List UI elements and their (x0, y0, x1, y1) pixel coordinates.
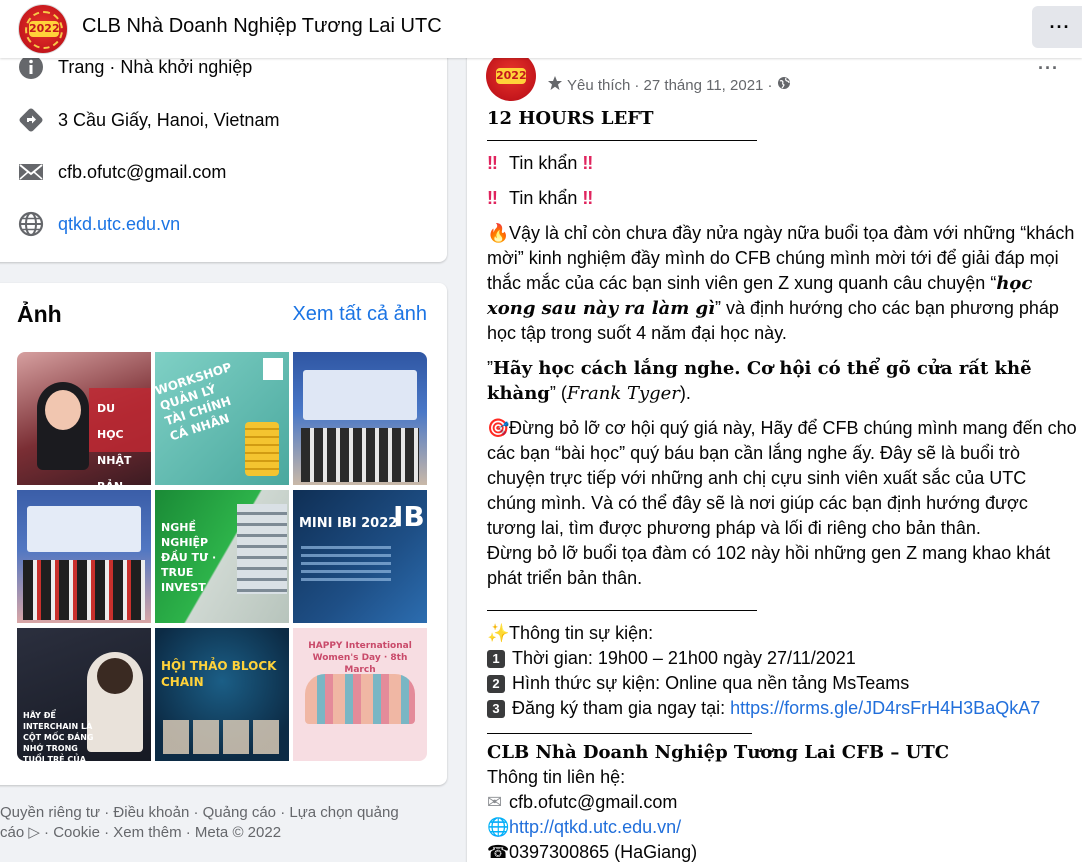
post-options-button[interactable]: ··· (1038, 58, 1059, 79)
post-author-avatar[interactable]: 2022 (486, 51, 536, 101)
post-avatar-text: 2022 (496, 68, 527, 84)
post-paragraph-3: Đừng bỏ lỡ buổi tọa đàm có 102 này hồi n… (487, 543, 1051, 588)
page-title[interactable]: CLB Nhà Doanh Nghiệp Tương Lai UTC (82, 15, 442, 38)
post-quote: ”Hãy học cách lắng nghe. Cơ hội có thể g… (487, 358, 1032, 404)
post-paragraph-2: 🎯Đừng bỏ lỡ cơ hội quý giá này, Hãy để C… (487, 418, 1077, 538)
contact-email: ✉ cfb.ofutc@gmail.com (487, 790, 1077, 815)
photo-caption: WORKSHOP QUẢN LÝ TÀI CHÍNH CÁ NHÂN (155, 359, 234, 444)
photo-text-lines (301, 546, 391, 586)
photo-tile[interactable]: NGHỀ NGHIỆP ĐẦU TƯ · TRUE INVEST (155, 490, 289, 623)
intro-website-row[interactable]: qtkd.utc.edu.vn (18, 209, 180, 239)
event-title: ✨Thông tin sự kiện: (487, 621, 1077, 646)
photo-tile[interactable]: WORKSHOP QUẢN LÝ TÀI CHÍNH CÁ NHÂN (155, 352, 289, 485)
contact-site: 🌐http://qtkd.utc.edu.vn/ (487, 815, 1077, 840)
intro-email: cfb.ofutc@gmail.com (58, 161, 227, 182)
contact-title: Thông tin liên hệ: (487, 767, 626, 787)
contact-phone: ☎0397300865 (HaGiang) (487, 840, 1077, 862)
photo-group-people (23, 560, 145, 620)
double-exclamation-icon: ‼ (582, 188, 594, 208)
divider (487, 140, 757, 141)
photo-tile[interactable] (17, 490, 151, 623)
org-name: CLB Nhà Doanh Nghiệp Tương Lai CFB – UTC (487, 742, 950, 763)
photo-caption: HÃY ĐỂ INTERCHAIN LÀ CỘT MỐC ĐÁNG NHỚ TR… (23, 711, 94, 761)
photo-caption (293, 477, 427, 485)
post-card: 2022 Yêu thích · 27 tháng 11, 2021 · ···… (467, 20, 1082, 862)
event-format: 2 Hình thức sự kiện: Online qua nền tảng … (487, 671, 1077, 696)
post-meta-label: Yêu thích (567, 76, 631, 94)
sparkles-icon: ✨ (487, 623, 510, 643)
divider (487, 610, 757, 611)
urgent-line-2: ‼ Tin khẩn ‼ (487, 186, 1077, 211)
photo-caption: MINI IBI 2022 (299, 516, 398, 531)
intro-category: · Nhà khởi nghiệp (104, 56, 253, 77)
star-icon (547, 75, 563, 95)
photo-speakers (163, 720, 281, 754)
keycap-2-icon: 2 (487, 675, 505, 693)
double-exclamation-icon: ‼ (487, 153, 498, 173)
post-body: 12 HOURS LEFT ‼ Tin khẩn ‼ ‼ Tin khẩn ‼ 🔥V… (487, 106, 1077, 862)
photo-tile[interactable]: IB MINI IBI 2022 (293, 490, 427, 623)
keycap-1-icon: 1 (487, 650, 505, 668)
post-headline: 12 HOURS LEFT (487, 108, 654, 129)
photo-stage-banner (303, 370, 417, 420)
photo-caption (17, 615, 151, 623)
intro-website-link[interactable]: qtkd.utc.edu.vn (58, 214, 180, 235)
photo-tile[interactable]: HÃY ĐỂ INTERCHAIN LÀ CỘT MỐC ĐÁNG NHỚ TR… (17, 628, 151, 761)
photos-title: Ảnh (17, 301, 62, 327)
email-icon (18, 159, 44, 185)
photo-caption: HỘI THẢO BLOCK CHAIN (161, 659, 277, 689)
photo-tile[interactable] (293, 352, 427, 485)
globe-icon: 🌐 (487, 817, 510, 837)
more-options-button[interactable]: ··· (1032, 6, 1082, 48)
double-exclamation-icon: ‼ (582, 153, 594, 173)
post-date[interactable]: · 27 tháng 11, 2021 · (634, 77, 772, 94)
event-time: 1 Thời gian: 19h00 – 21h00 ngày 27/11/202… (487, 646, 1077, 671)
photo-face (45, 390, 81, 430)
page-logo[interactable]: 2022 (18, 4, 68, 54)
photo-women-illustration (305, 674, 415, 724)
photo-stage-banner (27, 506, 141, 552)
logo-text: 2022 (29, 21, 60, 37)
photo-caption: DU HỌC NHẬT BẢN (97, 402, 132, 485)
intro-address: 3 Cầu Giấy, Hanoi, Vietnam (58, 109, 280, 130)
footer-line-1[interactable]: Quyền riêng tư · Điều khoản · Quảng cáo … (0, 803, 440, 823)
post-meta: Yêu thích · 27 tháng 11, 2021 · (547, 75, 791, 95)
photo-caption: HAPPY International Women's Day · 8th Ma… (308, 641, 412, 675)
target-icon: 🎯 (487, 418, 510, 438)
keycap-3-icon: 3 (487, 700, 505, 718)
globe-icon (18, 211, 44, 237)
public-globe-icon (777, 76, 791, 94)
directions-icon (18, 107, 44, 133)
photo-building (237, 504, 287, 594)
double-exclamation-icon: ‼ (487, 188, 498, 208)
photo-tile[interactable]: DU HỌC NHẬT BẢN (17, 352, 151, 485)
phone-icon: ☎ (487, 842, 510, 862)
photo-tile[interactable]: HỘI THẢO BLOCK CHAIN (155, 628, 289, 761)
envelope-icon: ✉ (487, 792, 503, 812)
registration-link[interactable]: https://forms.gle/JD4rsFrH4H3BaQkA7 (730, 698, 1040, 718)
post-paragraph-1: 🔥Vậy là chỉ còn chưa đầy nửa ngày nữa bu… (487, 223, 1075, 343)
photo-person-hair (97, 658, 133, 694)
footer-links: Quyền riêng tư · Điều khoản · Quảng cáo … (0, 803, 440, 843)
photo-group-people (301, 428, 419, 482)
page-header: 2022 CLB Nhà Doanh Nghiệp Tương Lai UTC … (0, 0, 1082, 58)
event-register: 3 Đăng ký tham gia ngay tại: https://form… (487, 696, 1077, 721)
photo-grid: DU HỌC NHẬT BẢN WORKSHOP QUẢN LÝ TÀI CHÍ… (17, 352, 427, 761)
intro-address-row: 3 Cầu Giấy, Hanoi, Vietnam (18, 105, 279, 135)
fire-icon: 🔥 (487, 223, 510, 243)
photo-qr (263, 358, 283, 380)
photo-coins (245, 422, 279, 476)
photo-caption: NGHỀ NGHIỆP ĐẦU TƯ · TRUE INVEST (161, 521, 217, 594)
photo-tile[interactable]: HAPPY International Women's Day · 8th Ma… (293, 628, 427, 761)
see-all-photos-link[interactable]: Xem tất cả ảnh (292, 303, 427, 326)
intro-email-row: cfb.ofutc@gmail.com (18, 157, 226, 187)
contact-site-link[interactable]: http://qtkd.utc.edu.vn/ (509, 817, 681, 837)
footer-line-2[interactable]: cáo ▷ · Cookie · Xem thêm · Meta © 2022 (0, 823, 440, 843)
urgent-line-1: ‼ Tin khẩn ‼ (487, 151, 1077, 176)
photos-card: Ảnh Xem tất cả ảnh DU HỌC NHẬT BẢN WORKS… (0, 283, 447, 785)
divider (487, 733, 752, 734)
intro-category-prefix: Trang (58, 56, 105, 77)
